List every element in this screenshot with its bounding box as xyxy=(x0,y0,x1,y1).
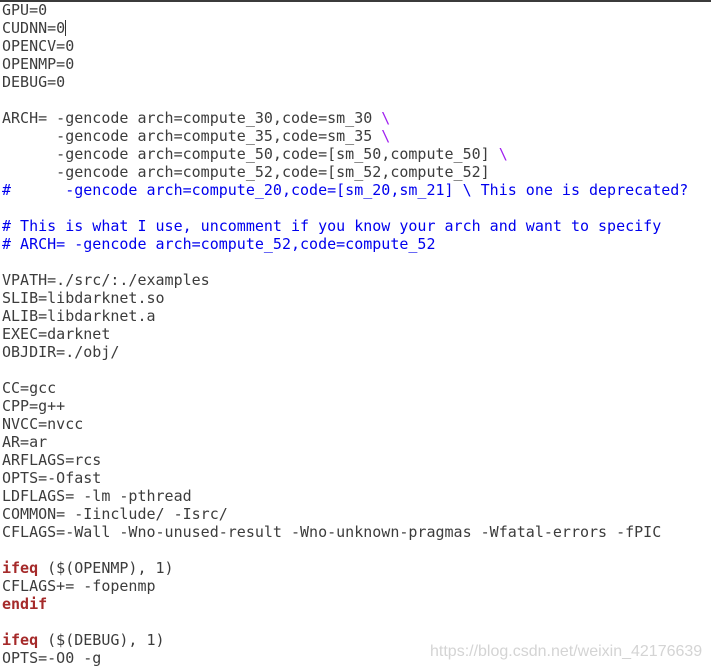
code-text: ($(DEBUG), 1) xyxy=(38,631,165,649)
code-line[interactable] xyxy=(2,253,688,271)
code-line[interactable]: AR=ar xyxy=(2,433,688,451)
code-line[interactable]: CFLAGS=-Wall -Wno-unused-result -Wno-unk… xyxy=(2,523,688,541)
code-line[interactable]: ARCH= -gencode arch=compute_30,code=sm_3… xyxy=(2,109,688,127)
code-text: NVCC=nvcc xyxy=(2,415,84,433)
code-line[interactable]: COMMON= -Iinclude/ -Isrc/ xyxy=(2,505,688,523)
code-line[interactable]: -gencode arch=compute_52,code=[sm_52,com… xyxy=(2,163,688,181)
code-line[interactable]: # This is what I use, uncomment if you k… xyxy=(2,217,688,235)
text-cursor xyxy=(65,20,67,36)
code-line[interactable]: OPENMP=0 xyxy=(2,55,688,73)
keyword: ifeq xyxy=(2,559,39,577)
code-text: CUDNN=0 xyxy=(2,19,66,37)
code-line[interactable]: VPATH=./src/:./examples xyxy=(2,271,688,289)
code-line[interactable]: GPU=0 xyxy=(2,1,688,19)
comment-text: # ARCH= -gencode arch=compute_52,code=co… xyxy=(2,235,436,253)
code-text: CC=gcc xyxy=(2,379,57,397)
code-text: EXEC=darknet xyxy=(2,325,111,343)
code-line[interactable]: LDFLAGS= -lm -pthread xyxy=(2,487,688,505)
code-line[interactable]: -gencode arch=compute_35,code=sm_35 \ xyxy=(2,127,688,145)
keyword: endif xyxy=(2,595,48,613)
code-text: ALIB=libdarknet.a xyxy=(2,307,156,325)
code-line[interactable]: ARFLAGS=rcs xyxy=(2,451,688,469)
code-line[interactable]: OPTS=-Ofast xyxy=(2,469,688,487)
code-text: ($(OPENMP), 1) xyxy=(38,559,174,577)
code-text: ARFLAGS=rcs xyxy=(2,451,102,469)
code-line[interactable]: EXEC=darknet xyxy=(2,325,688,343)
code-text: -gencode arch=compute_35,code=sm_35 xyxy=(2,127,382,145)
code-text: CPP=g++ xyxy=(2,397,66,415)
code-line[interactable] xyxy=(2,361,688,379)
code-text: OPENCV=0 xyxy=(2,37,75,55)
code-text: -gencode arch=compute_50,code=[sm_50,com… xyxy=(2,145,499,163)
code-text: COMMON= -Iinclude/ -Isrc/ xyxy=(2,505,228,523)
code-line[interactable]: # -gencode arch=compute_20,code=[sm_20,s… xyxy=(2,181,688,199)
code-text: VPATH=./src/:./examples xyxy=(2,271,210,289)
code-text: OPTS=-Ofast xyxy=(2,469,102,487)
code-text: DEBUG=0 xyxy=(2,73,66,91)
code-text: SLIB=libdarknet.so xyxy=(2,289,165,307)
code-text: -gencode arch=compute_52,code=[sm_52,com… xyxy=(2,163,490,181)
code-line[interactable] xyxy=(2,91,688,109)
text-editor[interactable]: GPU=0 CUDNN=0 OPENCV=0 OPENMP=0 DEBUG=0 ARCH=… xyxy=(2,1,688,667)
code-line[interactable]: CC=gcc xyxy=(2,379,688,397)
code-line[interactable]: -gencode arch=compute_50,code=[sm_50,com… xyxy=(2,145,688,163)
code-text: CFLAGS=-Wall -Wno-unused-result -Wno-unk… xyxy=(2,523,662,541)
code-text: GPU=0 xyxy=(2,1,48,19)
code-line[interactable]: CFLAGS+= -fopenmp xyxy=(2,577,688,595)
comment-text: # -gencode arch=compute_20,code=[sm_20,s… xyxy=(2,181,689,199)
code-text: AR=ar xyxy=(2,433,48,451)
code-line[interactable]: OBJDIR=./obj/ xyxy=(2,343,688,361)
code-line[interactable]: CPP=g++ xyxy=(2,397,688,415)
code-line[interactable] xyxy=(2,613,688,631)
code-line[interactable] xyxy=(2,541,688,559)
keyword: ifeq xyxy=(2,631,39,649)
code-text: CFLAGS+= -fopenmp xyxy=(2,577,156,595)
code-line[interactable]: OPENCV=0 xyxy=(2,37,688,55)
code-line[interactable]: NVCC=nvcc xyxy=(2,415,688,433)
code-line[interactable]: ifeq ($(OPENMP), 1) xyxy=(2,559,688,577)
code-line[interactable]: CUDNN=0 xyxy=(2,19,688,37)
code-line[interactable] xyxy=(2,199,688,217)
code-text: OBJDIR=./obj/ xyxy=(2,343,120,361)
line-continuation: \ xyxy=(381,109,391,127)
comment-text: # This is what I use, uncomment if you k… xyxy=(2,217,662,235)
watermark: https://blog.csdn.net/weixin_42176639 xyxy=(430,643,703,660)
code-line[interactable]: # ARCH= -gencode arch=compute_52,code=co… xyxy=(2,235,688,253)
code-line[interactable]: endif xyxy=(2,595,688,613)
code-text: LDFLAGS= -lm -pthread xyxy=(2,487,192,505)
code-text: OPTS=-O0 -g xyxy=(2,649,102,667)
code-line[interactable]: DEBUG=0 xyxy=(2,73,688,91)
code-line[interactable]: SLIB=libdarknet.so xyxy=(2,289,688,307)
line-continuation: \ xyxy=(498,145,508,163)
code-line[interactable]: ALIB=libdarknet.a xyxy=(2,307,688,325)
code-text: OPENMP=0 xyxy=(2,55,75,73)
code-text: ARCH= -gencode arch=compute_30,code=sm_3… xyxy=(2,109,382,127)
line-continuation: \ xyxy=(381,127,391,145)
